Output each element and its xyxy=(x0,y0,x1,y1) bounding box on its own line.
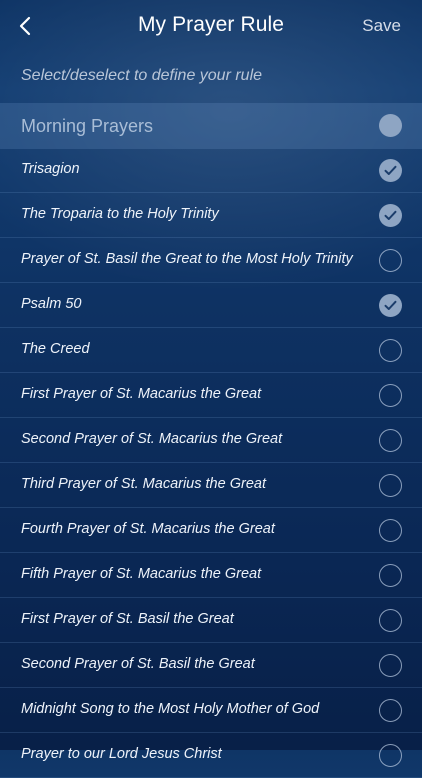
prayer-row[interactable]: Trisagion xyxy=(0,148,422,193)
section-title: Morning Prayers xyxy=(21,116,154,136)
prayer-label: Prayer of St. Basil the Great to the Mos… xyxy=(21,251,353,267)
navigation-bar: My Prayer Rule Save xyxy=(0,0,422,52)
unchecked-circle-icon[interactable] xyxy=(379,699,402,722)
prayer-label: Second Prayer of St. Basil the Great xyxy=(21,656,255,672)
unchecked-circle-icon[interactable] xyxy=(379,519,402,542)
prayer-label: Prayer to our Lord Jesus Christ xyxy=(21,746,222,762)
section-header-morning-prayers[interactable]: Morning Prayers xyxy=(0,103,422,149)
prayer-label: First Prayer of St. Macarius the Great xyxy=(21,386,262,402)
unchecked-circle-icon[interactable] xyxy=(379,564,402,587)
prayer-row[interactable]: Psalm 50 xyxy=(0,283,422,328)
prayer-label: Second Prayer of St. Macarius the Great xyxy=(21,431,283,447)
page-title: My Prayer Rule xyxy=(137,13,285,36)
section-select-all-toggle[interactable] xyxy=(379,114,402,137)
unchecked-circle-icon[interactable] xyxy=(379,654,402,677)
prayer-label: Fourth Prayer of St. Macarius the Great xyxy=(21,521,275,537)
save-button[interactable]: Save xyxy=(362,16,401,36)
prayer-row[interactable]: Prayer to our Lord Jesus Christ xyxy=(0,733,422,778)
prayer-label: Midnight Song to the Most Holy Mother of… xyxy=(21,701,320,717)
unchecked-circle-icon[interactable] xyxy=(379,609,402,632)
prayer-row[interactable]: Second Prayer of St. Macarius the Great xyxy=(0,418,422,463)
unchecked-circle-icon[interactable] xyxy=(379,249,402,272)
unchecked-circle-icon[interactable] xyxy=(379,339,402,362)
unchecked-circle-icon[interactable] xyxy=(379,384,402,407)
instruction-text: Select/deselect to define your rule xyxy=(21,67,263,84)
prayer-list: Trisagion The Troparia to the Holy Trinit… xyxy=(0,148,422,778)
prayer-row[interactable]: First Prayer of St. Basil the Great xyxy=(0,598,422,643)
prayer-row[interactable]: The Troparia to the Holy Trinity xyxy=(0,193,422,238)
prayer-row[interactable]: Prayer of St. Basil the Great to the Mos… xyxy=(0,238,422,283)
prayer-row[interactable]: First Prayer of St. Macarius the Great xyxy=(0,373,422,418)
prayer-label: Fifth Prayer of St. Macarius the Great xyxy=(21,566,262,582)
prayer-label: The Troparia to the Holy Trinity xyxy=(21,206,219,222)
prayer-label: First Prayer of St. Basil the Great xyxy=(21,611,234,627)
unchecked-circle-icon[interactable] xyxy=(379,429,402,452)
prayer-label: Third Prayer of St. Macarius the Great xyxy=(21,476,266,492)
prayer-label: Trisagion xyxy=(21,161,80,177)
prayer-row[interactable]: Fifth Prayer of St. Macarius the Great xyxy=(0,553,422,598)
prayer-row[interactable]: Third Prayer of St. Macarius the Great xyxy=(0,463,422,508)
prayer-label: Psalm 50 xyxy=(21,296,82,312)
prayer-row[interactable]: Second Prayer of St. Basil the Great xyxy=(0,643,422,688)
checked-circle-icon[interactable] xyxy=(379,204,402,227)
prayer-label: The Creed xyxy=(21,341,90,357)
unchecked-circle-icon[interactable] xyxy=(379,744,402,767)
checked-circle-icon[interactable] xyxy=(379,159,402,182)
prayer-row[interactable]: Midnight Song to the Most Holy Mother of… xyxy=(0,688,422,733)
checked-circle-icon[interactable] xyxy=(379,294,402,317)
unchecked-circle-icon[interactable] xyxy=(379,474,402,497)
prayer-row[interactable]: Fourth Prayer of St. Macarius the Great xyxy=(0,508,422,553)
prayer-row[interactable]: The Creed xyxy=(0,328,422,373)
